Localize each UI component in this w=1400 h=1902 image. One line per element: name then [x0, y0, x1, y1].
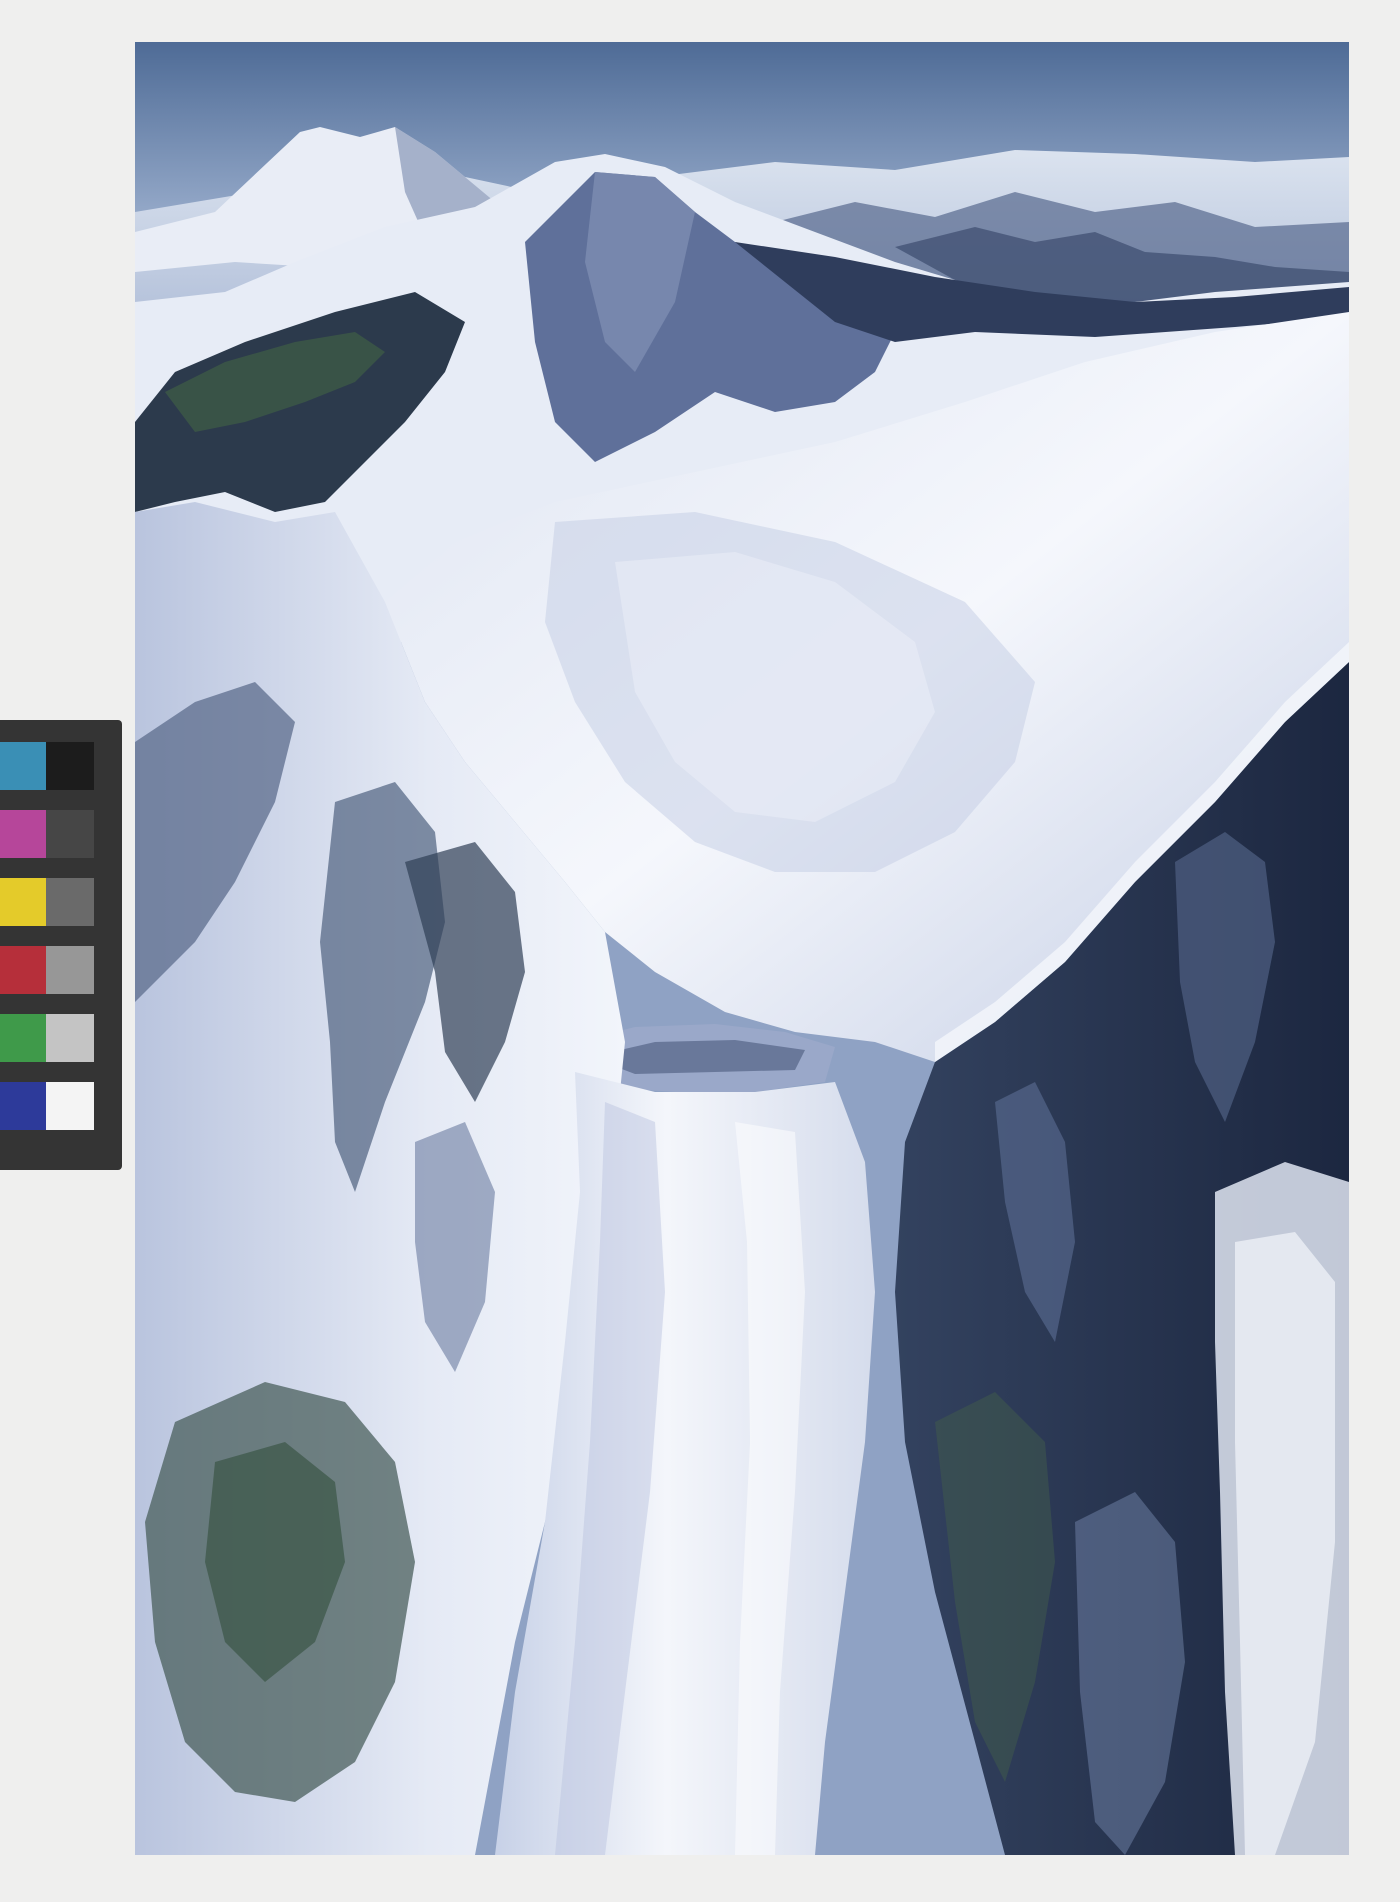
swatch-magenta: [0, 810, 48, 858]
swatch-blue: [0, 1082, 48, 1130]
mountain-landscape: [135, 42, 1349, 1855]
swatch-red: [0, 946, 48, 994]
swatch-gray-2: [46, 878, 94, 926]
swatch-cyan: [0, 742, 48, 790]
swatch-black: [46, 742, 94, 790]
swatch-yellow: [0, 878, 48, 926]
color-calibration-card: [0, 720, 122, 1170]
swatch-white: [46, 1082, 94, 1130]
swatch-gray-1: [46, 810, 94, 858]
mountain-photo: [135, 42, 1349, 1855]
swatch-green: [0, 1014, 48, 1062]
swatch-gray-3: [46, 946, 94, 994]
swatch-gray-4: [46, 1014, 94, 1062]
